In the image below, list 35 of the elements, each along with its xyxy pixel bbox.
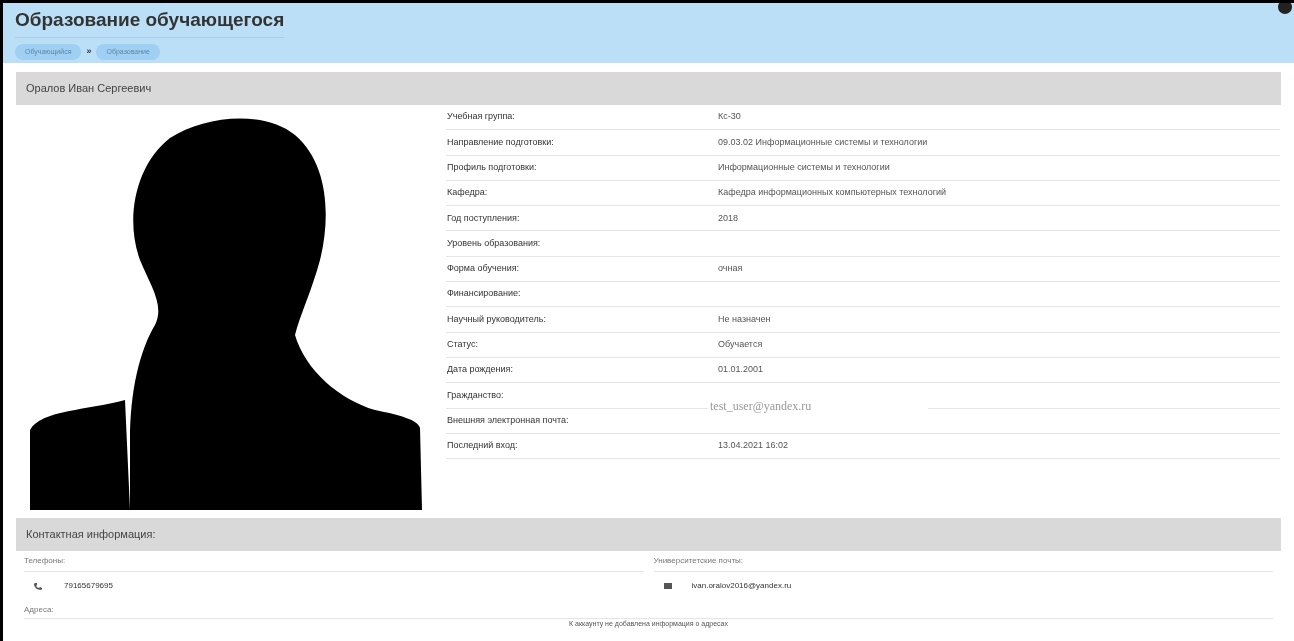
field-value: 13.04.2021 16:02 — [718, 439, 789, 453]
field-label: Внешняя электронная почта: — [446, 413, 570, 427]
breadcrumb-separator: » — [86, 45, 92, 58]
field-label: Статус: — [446, 338, 479, 352]
field-value: 2018 — [718, 211, 739, 225]
phones-label: Телефоны: — [24, 551, 644, 572]
field-value: Кафедра информационных компьютерных технологий — [718, 186, 947, 200]
field-label: Форма обучения: — [446, 262, 521, 276]
email-address: ivan.oralov2016@yandex.ru — [691, 580, 792, 592]
field-label: Научный руководитель: — [446, 312, 547, 326]
phone-icon — [34, 582, 42, 590]
field-value: 01.01.2001 — [718, 363, 764, 377]
field-label: Профиль подготовки: — [446, 161, 538, 174]
emails-label: Университетские почты: — [653, 551, 1273, 572]
field-value: Информационные системы и технологии — [718, 161, 890, 174]
field-label: Уровень образования: — [446, 236, 542, 250]
addresses-label: Адреса: — [24, 602, 1273, 619]
field-label: Направление подготовки: — [446, 135, 555, 149]
page-title: Образование обучающегося — [15, 6, 285, 38]
field-value: Обучается — [718, 338, 763, 352]
field-value: очная — [718, 262, 743, 276]
field-label: Гражданство: — [446, 388, 505, 402]
student-name: Оралов Иван Сергеевич — [26, 81, 152, 97]
field-label: Год поступления: — [446, 211, 521, 225]
field-label: Учебная группа: — [446, 110, 516, 124]
field-label: Последний вход: — [446, 439, 519, 453]
field-label: Финансирование: — [446, 287, 522, 301]
phone-number: 79165679695 — [64, 580, 113, 592]
field-label: Кафедра: — [446, 186, 489, 200]
field-value: Не назначен — [718, 312, 771, 326]
field-value: 09.03.02 Информационные системы и технологии — [718, 135, 928, 149]
field-value: Кс-30 — [718, 110, 741, 124]
section-title: Контактная информация: — [26, 527, 156, 543]
envelope-icon — [663, 583, 672, 589]
field-label: Дата рождения: — [446, 363, 514, 377]
